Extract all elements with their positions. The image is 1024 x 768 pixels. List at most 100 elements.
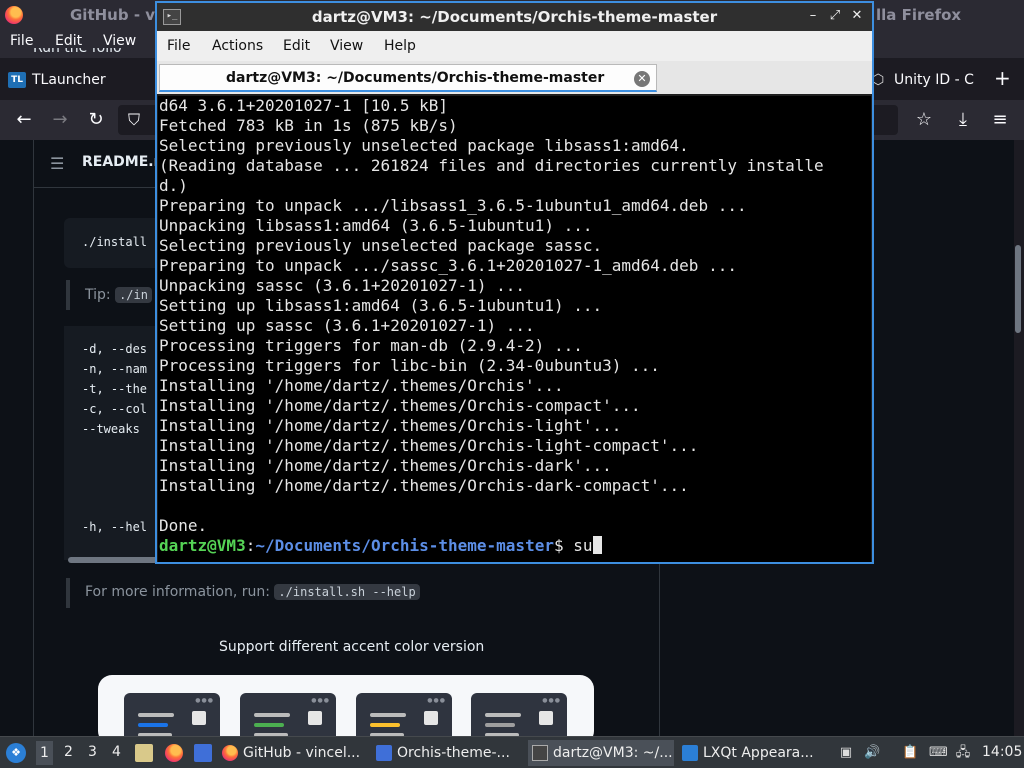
workspace-2[interactable]: 2: [64, 744, 73, 760]
terminal-line: Installing '/home/dartz/.themes/Orchis-d…: [159, 476, 689, 495]
prompt-path: ~/Documents/Orchis-theme-master: [255, 536, 554, 555]
lxqt-start-menu-icon[interactable]: ❖: [6, 743, 26, 763]
firefox-icon: [222, 745, 238, 761]
workspace-3[interactable]: 3: [88, 744, 97, 760]
terminal-icon: [532, 745, 548, 761]
clipboard-icon[interactable]: 📋: [902, 745, 918, 761]
network-icon[interactable]: 🖧: [955, 745, 971, 761]
terminal-line: Installing '/home/dartz/.themes/Orchis-d…: [159, 456, 612, 475]
option-line: -n, --nam: [82, 362, 148, 376]
more-info-code: ./install.sh --help: [274, 584, 420, 600]
readme-paragraph: Run the follo: [33, 48, 122, 56]
file-manager-launcher-icon[interactable]: [135, 744, 153, 762]
option-line: -c, --col: [82, 402, 148, 416]
tab-unity[interactable]: ⬡ Unity ID - C: [872, 66, 976, 94]
terminal-line: Processing triggers for libc-bin (2.34-0…: [159, 356, 660, 375]
terminal-menu-edit[interactable]: Edit: [283, 38, 310, 54]
install-command: ./install: [82, 235, 148, 249]
tlauncher-icon: TL: [8, 72, 26, 88]
tab-tlauncher[interactable]: TL TLauncher: [8, 66, 148, 94]
minimize-icon[interactable]: –: [806, 7, 820, 25]
firefox-menu-view[interactable]: View: [103, 33, 136, 49]
terminal-line: Installing '/home/dartz/.themes/Orchis-c…: [159, 396, 641, 415]
terminal-line: Preparing to unpack .../libsass1_3.6.5-1…: [159, 196, 747, 215]
terminal-prompt-line[interactable]: dartz@VM3:~/Documents/Orchis-theme-maste…: [159, 536, 871, 556]
tip-code: ./in: [115, 287, 152, 303]
terminal-line: Unpacking libsass1:amd64 (3.6.5-1ubuntu1…: [159, 216, 593, 235]
more-info-text: For more information, run: ./install.sh …: [85, 584, 420, 600]
terminal-output[interactable]: d64 3.6.1+20201027-1 [10.5 kB] Fetched 7…: [158, 96, 871, 562]
bookmark-star-icon[interactable]: ☆: [912, 108, 936, 132]
terminal-line: Installing '/home/dartz/.themes/Orchis-l…: [159, 416, 622, 435]
task-terminal-label: dartz@VM3: ~/...: [553, 745, 673, 761]
terminal-line: Done.: [159, 516, 208, 535]
terminal-line: d64 3.6.1+20201027-1 [10.5 kB]: [159, 96, 448, 115]
task-firefox-label: GitHub - vincel...: [243, 745, 361, 761]
terminal-line: Processing triggers for man-db (2.9.4-2)…: [159, 336, 583, 355]
terminal-tab-label: dartz@VM3: ~/Documents/Orchis-theme-mast…: [226, 70, 605, 86]
workspace-1[interactable]: 1: [36, 741, 53, 765]
terminal-line: Selecting previously unselected package …: [159, 236, 603, 255]
firefox-launcher-icon[interactable]: [165, 744, 183, 762]
task-file-manager[interactable]: Orchis-theme-...: [376, 740, 518, 766]
terminal-line: d.): [159, 176, 188, 195]
terminal-line: Setting up sassc (3.6.1+20201027-1) ...: [159, 316, 535, 335]
terminal-menu-view[interactable]: View: [330, 38, 363, 54]
firefox-menu-edit[interactable]: Edit: [55, 33, 82, 49]
firefox-window-title: GitHub - v: [70, 6, 156, 24]
show-desktop-icon[interactable]: [194, 744, 212, 762]
terminal-titlebar[interactable]: ▸_ dartz@VM3: ~/Documents/Orchis-theme-m…: [157, 3, 872, 31]
terminal-menu-actions[interactable]: Actions: [212, 38, 263, 54]
tab-tlauncher-label: TLauncher: [32, 72, 106, 88]
terminal-tab[interactable]: dartz@VM3: ~/Documents/Orchis-theme-mast…: [159, 64, 657, 92]
close-icon[interactable]: ✕: [850, 7, 864, 25]
accent-caption: Support different accent color version: [219, 639, 485, 655]
maximize-icon[interactable]: ⤢: [828, 7, 842, 25]
prompt-input[interactable]: su: [573, 536, 592, 555]
task-lxqt-appearance-label: LXQt Appeara...: [703, 745, 814, 761]
taskbar: ❖ 1 2 3 4 GitHub - vincel... Orchis-them…: [0, 736, 1024, 768]
workspace-4[interactable]: 4: [112, 744, 121, 760]
more-info-quote-bar: [66, 578, 70, 608]
tray-mounted-drive-icon[interactable]: ▣: [838, 745, 854, 761]
terminal-line: (Reading database ... 261824 files and d…: [159, 156, 824, 175]
terminal-line: Unpacking sassc (3.6.1+20201027-1) ...: [159, 276, 526, 295]
terminal-tabbar: dartz@VM3: ~/Documents/Orchis-theme-mast…: [157, 61, 872, 94]
forward-icon[interactable]: →: [48, 108, 72, 132]
terminal-line: Selecting previously unselected package …: [159, 136, 689, 155]
accent-preview-image: ●●● ●●● ●●● ●●●: [98, 675, 594, 753]
folder-icon: [376, 745, 392, 761]
prompt-user: dartz@VM3: [159, 536, 246, 555]
tab-close-icon[interactable]: ✕: [634, 71, 650, 87]
reload-icon[interactable]: ↻: [84, 108, 108, 132]
option-line: -d, --des: [82, 342, 148, 356]
new-tab-icon[interactable]: +: [994, 66, 1011, 90]
text-cursor: [592, 536, 602, 554]
task-file-manager-label: Orchis-theme-...: [397, 745, 510, 761]
firefox-window-title-end: lla Firefox: [876, 6, 962, 24]
keyboard-icon[interactable]: ⌨: [929, 745, 948, 761]
terminal-window-title: dartz@VM3: ~/Documents/Orchis-theme-mast…: [311, 8, 718, 26]
terminal-menu-help[interactable]: Help: [384, 38, 416, 54]
back-icon[interactable]: ←: [12, 108, 36, 132]
firefox-icon: [5, 6, 23, 24]
clock[interactable]: 14:05: [982, 744, 1022, 760]
unity-icon: ⬡: [872, 72, 885, 88]
more-info-label: For more information, run:: [85, 584, 270, 600]
firefox-menu-file[interactable]: File: [10, 33, 33, 49]
task-lxqt-appearance[interactable]: LXQt Appeara...: [682, 740, 824, 766]
outline-list-icon[interactable]: ☰: [50, 154, 64, 173]
task-firefox[interactable]: GitHub - vincel...: [222, 740, 370, 766]
menu-icon[interactable]: ≡: [988, 108, 1012, 132]
terminal-line: Fetched 783 kB in 1s (875 kB/s): [159, 116, 458, 135]
volume-icon[interactable]: 🔊: [864, 745, 880, 761]
page-scroll-thumb[interactable]: [1015, 245, 1021, 333]
option-line: -h, --hel: [82, 520, 148, 534]
terminal-line: Preparing to unpack .../sassc_3.6.1+2020…: [159, 256, 737, 275]
shield-icon[interactable]: ⛉: [122, 108, 146, 132]
terminal-menu-file[interactable]: File: [167, 38, 190, 54]
download-icon[interactable]: ⤓: [951, 108, 975, 132]
page-vertical-scrollbar[interactable]: [1014, 140, 1024, 736]
task-terminal[interactable]: dartz@VM3: ~/...: [528, 740, 674, 766]
